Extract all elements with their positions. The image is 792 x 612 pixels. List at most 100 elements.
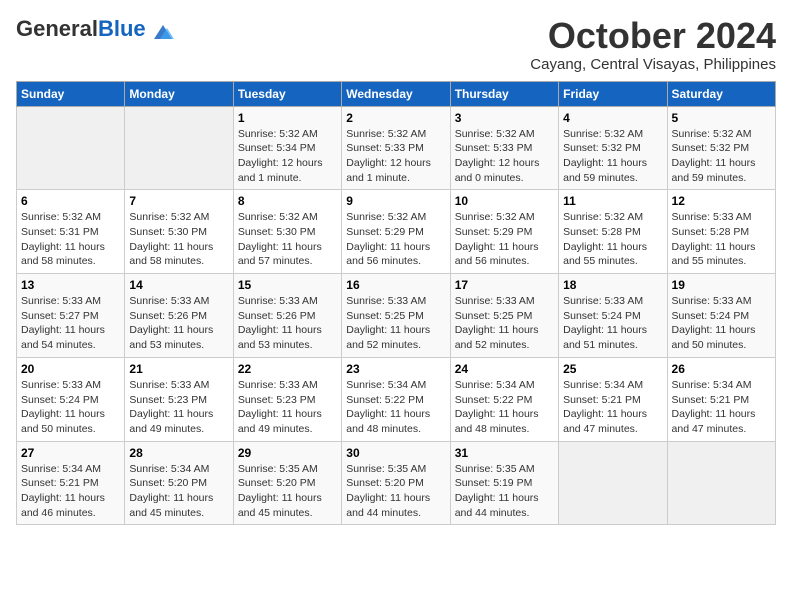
day-info: Sunrise: 5:33 AM Sunset: 5:24 PM Dayligh… <box>563 294 662 353</box>
calendar-week-row: 13 Sunrise: 5:33 AM Sunset: 5:27 PM Dayl… <box>17 274 776 358</box>
day-info: Sunrise: 5:32 AM Sunset: 5:30 PM Dayligh… <box>238 210 337 269</box>
day-number: 20 <box>21 362 120 376</box>
sunset-text: Sunset: 5:20 PM <box>346 477 424 489</box>
sunrise-text: Sunrise: 5:32 AM <box>21 211 101 223</box>
day-number: 23 <box>346 362 445 376</box>
daylight-text: Daylight: 12 hours and 1 minute. <box>346 157 431 184</box>
day-info: Sunrise: 5:32 AM Sunset: 5:30 PM Dayligh… <box>129 210 228 269</box>
calendar-cell: 26 Sunrise: 5:34 AM Sunset: 5:21 PM Dayl… <box>667 357 775 441</box>
day-info: Sunrise: 5:34 AM Sunset: 5:21 PM Dayligh… <box>672 378 771 437</box>
calendar-cell: 10 Sunrise: 5:32 AM Sunset: 5:29 PM Dayl… <box>450 190 558 274</box>
day-number: 21 <box>129 362 228 376</box>
daylight-text: Daylight: 11 hours and 49 minutes. <box>238 408 322 435</box>
sunrise-text: Sunrise: 5:32 AM <box>455 211 535 223</box>
daylight-text: Daylight: 11 hours and 52 minutes. <box>346 324 430 351</box>
sunset-text: Sunset: 5:32 PM <box>672 142 750 154</box>
calendar-cell <box>667 441 775 525</box>
calendar-week-row: 1 Sunrise: 5:32 AM Sunset: 5:34 PM Dayli… <box>17 106 776 190</box>
day-info: Sunrise: 5:34 AM Sunset: 5:20 PM Dayligh… <box>129 462 228 521</box>
sunset-text: Sunset: 5:32 PM <box>563 142 641 154</box>
day-info: Sunrise: 5:32 AM Sunset: 5:33 PM Dayligh… <box>346 127 445 186</box>
daylight-text: Daylight: 11 hours and 58 minutes. <box>21 241 105 268</box>
calendar-cell: 11 Sunrise: 5:32 AM Sunset: 5:28 PM Dayl… <box>559 190 667 274</box>
weekday-header: Thursday <box>450 81 558 106</box>
sunrise-text: Sunrise: 5:34 AM <box>21 463 101 475</box>
month-title: October 2024 <box>530 16 776 56</box>
calendar-cell: 19 Sunrise: 5:33 AM Sunset: 5:24 PM Dayl… <box>667 274 775 358</box>
day-info: Sunrise: 5:34 AM Sunset: 5:22 PM Dayligh… <box>346 378 445 437</box>
sunrise-text: Sunrise: 5:32 AM <box>563 211 643 223</box>
day-info: Sunrise: 5:33 AM Sunset: 5:24 PM Dayligh… <box>21 378 120 437</box>
day-number: 2 <box>346 111 445 125</box>
daylight-text: Daylight: 11 hours and 48 minutes. <box>346 408 430 435</box>
daylight-text: Daylight: 11 hours and 56 minutes. <box>455 241 539 268</box>
calendar-week-row: 6 Sunrise: 5:32 AM Sunset: 5:31 PM Dayli… <box>17 190 776 274</box>
sunrise-text: Sunrise: 5:34 AM <box>455 379 535 391</box>
daylight-text: Daylight: 11 hours and 55 minutes. <box>563 241 647 268</box>
weekday-header: Tuesday <box>233 81 341 106</box>
sunrise-text: Sunrise: 5:33 AM <box>672 295 752 307</box>
calendar-cell: 4 Sunrise: 5:32 AM Sunset: 5:32 PM Dayli… <box>559 106 667 190</box>
sunset-text: Sunset: 5:25 PM <box>455 310 533 322</box>
sunrise-text: Sunrise: 5:33 AM <box>129 295 209 307</box>
sunset-text: Sunset: 5:26 PM <box>238 310 316 322</box>
calendar-cell: 14 Sunrise: 5:33 AM Sunset: 5:26 PM Dayl… <box>125 274 233 358</box>
sunrise-text: Sunrise: 5:32 AM <box>563 128 643 140</box>
daylight-text: Daylight: 11 hours and 50 minutes. <box>21 408 105 435</box>
sunset-text: Sunset: 5:30 PM <box>238 226 316 238</box>
sunset-text: Sunset: 5:22 PM <box>455 394 533 406</box>
day-info: Sunrise: 5:32 AM Sunset: 5:32 PM Dayligh… <box>672 127 771 186</box>
calendar-cell: 7 Sunrise: 5:32 AM Sunset: 5:30 PM Dayli… <box>125 190 233 274</box>
sunrise-text: Sunrise: 5:33 AM <box>455 295 535 307</box>
day-info: Sunrise: 5:32 AM Sunset: 5:28 PM Dayligh… <box>563 210 662 269</box>
day-number: 4 <box>563 111 662 125</box>
sunrise-text: Sunrise: 5:33 AM <box>346 295 426 307</box>
sunset-text: Sunset: 5:26 PM <box>129 310 207 322</box>
day-number: 28 <box>129 446 228 460</box>
sunset-text: Sunset: 5:28 PM <box>672 226 750 238</box>
sunrise-text: Sunrise: 5:32 AM <box>346 128 426 140</box>
sunrise-text: Sunrise: 5:35 AM <box>346 463 426 475</box>
day-info: Sunrise: 5:32 AM Sunset: 5:32 PM Dayligh… <box>563 127 662 186</box>
day-info: Sunrise: 5:33 AM Sunset: 5:26 PM Dayligh… <box>238 294 337 353</box>
day-info: Sunrise: 5:32 AM Sunset: 5:31 PM Dayligh… <box>21 210 120 269</box>
sunrise-text: Sunrise: 5:33 AM <box>21 295 101 307</box>
day-number: 5 <box>672 111 771 125</box>
sunset-text: Sunset: 5:31 PM <box>21 226 99 238</box>
daylight-text: Daylight: 11 hours and 59 minutes. <box>563 157 647 184</box>
day-number: 24 <box>455 362 554 376</box>
day-number: 10 <box>455 194 554 208</box>
weekday-header-row: SundayMondayTuesdayWednesdayThursdayFrid… <box>17 81 776 106</box>
day-info: Sunrise: 5:33 AM Sunset: 5:24 PM Dayligh… <box>672 294 771 353</box>
day-info: Sunrise: 5:32 AM Sunset: 5:29 PM Dayligh… <box>346 210 445 269</box>
logo-blue: Blue <box>98 16 146 41</box>
daylight-text: Daylight: 11 hours and 51 minutes. <box>563 324 647 351</box>
calendar-cell: 2 Sunrise: 5:32 AM Sunset: 5:33 PM Dayli… <box>342 106 450 190</box>
sunset-text: Sunset: 5:24 PM <box>563 310 641 322</box>
day-number: 6 <box>21 194 120 208</box>
sunset-text: Sunset: 5:21 PM <box>672 394 750 406</box>
calendar-cell: 28 Sunrise: 5:34 AM Sunset: 5:20 PM Dayl… <box>125 441 233 525</box>
sunset-text: Sunset: 5:24 PM <box>21 394 99 406</box>
title-section: October 2024 Cayang, Central Visayas, Ph… <box>530 16 776 73</box>
daylight-text: Daylight: 11 hours and 59 minutes. <box>672 157 756 184</box>
calendar-cell: 17 Sunrise: 5:33 AM Sunset: 5:25 PM Dayl… <box>450 274 558 358</box>
daylight-text: Daylight: 12 hours and 1 minute. <box>238 157 323 184</box>
sunset-text: Sunset: 5:28 PM <box>563 226 641 238</box>
daylight-text: Daylight: 11 hours and 47 minutes. <box>672 408 756 435</box>
day-info: Sunrise: 5:34 AM Sunset: 5:21 PM Dayligh… <box>563 378 662 437</box>
calendar-cell: 23 Sunrise: 5:34 AM Sunset: 5:22 PM Dayl… <box>342 357 450 441</box>
day-info: Sunrise: 5:35 AM Sunset: 5:20 PM Dayligh… <box>346 462 445 521</box>
calendar-cell: 21 Sunrise: 5:33 AM Sunset: 5:23 PM Dayl… <box>125 357 233 441</box>
calendar-cell: 27 Sunrise: 5:34 AM Sunset: 5:21 PM Dayl… <box>17 441 125 525</box>
sunset-text: Sunset: 5:27 PM <box>21 310 99 322</box>
daylight-text: Daylight: 11 hours and 49 minutes. <box>129 408 213 435</box>
sunrise-text: Sunrise: 5:32 AM <box>455 128 535 140</box>
day-number: 16 <box>346 278 445 292</box>
calendar-cell: 5 Sunrise: 5:32 AM Sunset: 5:32 PM Dayli… <box>667 106 775 190</box>
calendar-cell: 12 Sunrise: 5:33 AM Sunset: 5:28 PM Dayl… <box>667 190 775 274</box>
daylight-text: Daylight: 11 hours and 50 minutes. <box>672 324 756 351</box>
day-info: Sunrise: 5:34 AM Sunset: 5:21 PM Dayligh… <box>21 462 120 521</box>
day-number: 12 <box>672 194 771 208</box>
day-info: Sunrise: 5:35 AM Sunset: 5:20 PM Dayligh… <box>238 462 337 521</box>
